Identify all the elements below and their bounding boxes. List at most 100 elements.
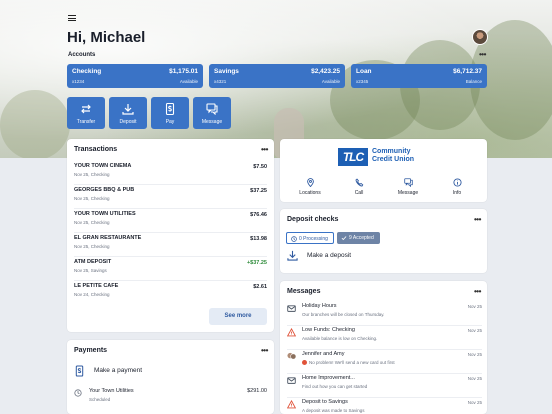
warning-icon [287, 400, 296, 409]
make-payment-label: Make a payment [94, 367, 143, 374]
hamburger-menu-icon[interactable] [68, 15, 76, 21]
message-row[interactable]: Home Improvement... Find out how you can… [287, 374, 482, 398]
locations-label: Locations [299, 190, 321, 196]
account-card-checking[interactable]: Checking x1234 $1,175.01 Available [67, 64, 203, 88]
message-row[interactable]: Deposit to Savings A deposit was made to… [287, 398, 482, 414]
message-preview: Available balance is low on Checking. [302, 336, 378, 341]
message-title: Deposit to Savings [302, 399, 348, 405]
message-button[interactable]: Message [193, 97, 231, 129]
transaction-amount: $13.98 [250, 236, 267, 242]
pay-button[interactable]: Pay [151, 97, 189, 129]
greeting-title: Hi, Michael [67, 29, 146, 46]
transaction-date-account: Nov 25, Checking [74, 172, 110, 177]
account-card-loan[interactable]: Loan x2345 $6,712.37 Balance [351, 64, 487, 88]
transaction-name: LE PETITE CAFE [74, 283, 119, 289]
credit-union-logo-mark: TLC [338, 148, 368, 166]
payment-amount: $291.00 [247, 388, 267, 394]
transaction-date-account: Nov 24, Checking [74, 292, 110, 297]
account-number: x2345 [356, 79, 369, 84]
transaction-name: YOUR TOWN CINEMA [74, 163, 132, 169]
message-date: Nov 25 [467, 376, 482, 381]
message-preview: A deposit was made to Savings [302, 408, 365, 413]
make-deposit-label: Make a deposit [307, 252, 352, 259]
payment-row[interactable]: Your Town Utilities Scheduled $291.00 [74, 388, 267, 408]
message-title: Low Funds: Checking [302, 327, 355, 333]
transaction-row[interactable]: ATM DEPOSIT Nov 25, Savings +$37.25 [74, 257, 267, 281]
checkmark-icon [341, 236, 347, 241]
see-more-button[interactable]: See more [209, 308, 267, 325]
message-date: Nov 25 [467, 400, 482, 405]
transaction-amount: $37.25 [250, 188, 267, 194]
logo-line-1: Community [372, 148, 411, 155]
message-chat-icon [206, 103, 218, 115]
payments-more-icon[interactable]: ••• [261, 347, 268, 355]
message-preview: No problem! We'll send a new card out fi… [309, 360, 395, 365]
logo-line-2: Credit Union [372, 156, 414, 163]
phone-icon [355, 178, 364, 187]
transactions-title: Transactions [74, 146, 118, 153]
message-row[interactable]: Holiday Hours Our branches will be close… [287, 302, 482, 326]
make-payment-row[interactable]: Make a payment [74, 364, 267, 380]
pay-dollar-icon [75, 365, 84, 377]
account-balance-kind: Available [179, 79, 198, 84]
clock-icon [291, 236, 297, 242]
transaction-date-account: Nov 25, Checking [74, 196, 110, 201]
message-title: Home Improvement... [302, 375, 355, 381]
pay-label: Pay [165, 119, 175, 125]
clock-icon [74, 389, 82, 397]
make-deposit-row[interactable]: Make a deposit [287, 250, 481, 264]
deposit-label: Deposit [119, 119, 137, 125]
account-balance: $1,175.01 [169, 68, 198, 75]
payments-title: Payments [74, 347, 108, 354]
account-name: Checking [72, 68, 102, 75]
pay-dollar-icon [165, 103, 175, 115]
transaction-row[interactable]: GEORGES BBQ & PUB Nov 25, Checking $37.2… [74, 185, 267, 209]
transaction-date-account: Nov 25, Savings [74, 268, 107, 273]
deposit-button[interactable]: Deposit [109, 97, 147, 129]
message-title: Jennifer and Amy [302, 351, 345, 357]
transaction-amount: $2.61 [253, 284, 267, 290]
messages-title: Messages [287, 288, 321, 295]
message-date: Nov 25 [467, 352, 482, 357]
transaction-amount: $76.46 [250, 212, 267, 218]
transactions-more-icon[interactable]: ••• [261, 146, 268, 154]
accounts-more-icon[interactable]: ••• [479, 51, 486, 59]
account-balance: $6,712.37 [453, 68, 482, 75]
accounts-label: Accounts [68, 52, 96, 58]
transaction-row[interactable]: LE PETITE CAFE Nov 24, Checking $2.61 [74, 281, 267, 305]
call-label: Call [354, 190, 364, 196]
transaction-amount: +$37.25 [246, 260, 267, 266]
user-avatar[interactable] [472, 29, 488, 45]
transaction-name: YOUR TOWN UTILITIES [74, 211, 136, 217]
transaction-row[interactable]: YOUR TOWN CINEMA Nov 25, Checking $7.50 [74, 161, 267, 185]
deposit-tray-icon [122, 104, 134, 115]
account-number: x1234 [72, 79, 85, 84]
reply-badge-icon [302, 360, 307, 365]
transaction-name: GEORGES BBQ & PUB [74, 187, 135, 193]
payment-name: Your Town Utilities [89, 388, 134, 394]
transaction-name: EL GRAN RESTAURANTE [74, 235, 142, 241]
deposit-checks-title: Deposit checks [287, 216, 339, 223]
message-row[interactable]: Jennifer and Amy No problem! We'll send … [287, 350, 482, 374]
transfer-button[interactable]: Transfer [67, 97, 105, 129]
account-card-savings[interactable]: Savings x4321 $2,423.25 Available [209, 64, 345, 88]
deposit-checks-more-icon[interactable]: ••• [474, 216, 481, 224]
accepted-label: 9 Accepted [349, 235, 374, 241]
transaction-date-account: Nov 25, Checking [74, 244, 110, 249]
processing-label: 0 Processing [299, 236, 328, 242]
transaction-amount: $7.50 [253, 164, 267, 170]
transaction-row[interactable]: YOUR TOWN UTILITIES Nov 25, Checking $76… [74, 209, 267, 233]
transaction-name: ATM DEPOSIT [74, 259, 112, 265]
processing-chip[interactable]: 0 Processing [286, 232, 334, 244]
envelope-icon [287, 305, 296, 312]
transaction-row[interactable]: EL GRAN RESTAURANTE Nov 25, Checking $13… [74, 233, 267, 257]
account-name: Loan [356, 68, 372, 75]
accepted-chip[interactable]: 9 Accepted [337, 232, 380, 244]
account-balance-kind: Balance [465, 79, 482, 84]
messages-more-icon[interactable]: ••• [474, 288, 481, 296]
message-label: Message [397, 190, 419, 196]
envelope-icon [287, 377, 296, 384]
message-row[interactable]: Low Funds: Checking Available balance is… [287, 326, 482, 350]
message-preview: Our branches will be closed on Thursday. [302, 312, 385, 317]
contacts-avatar-icon [287, 352, 296, 360]
